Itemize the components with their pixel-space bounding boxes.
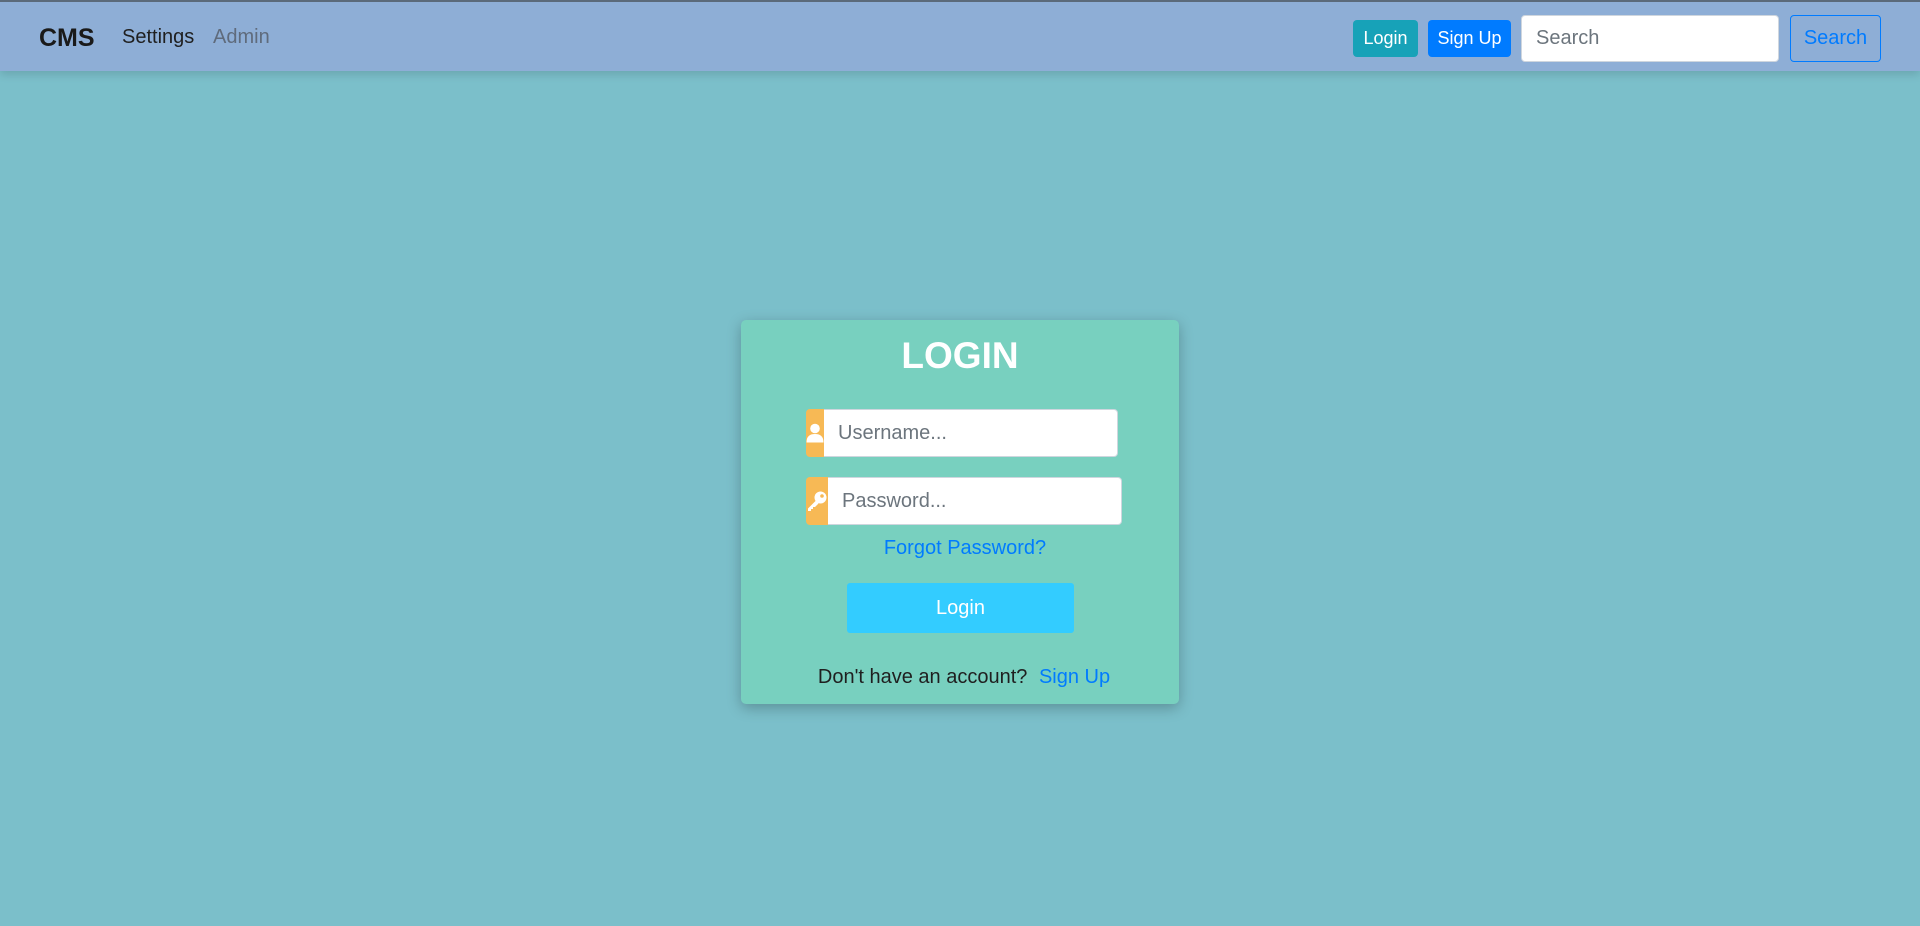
key-icon	[806, 477, 828, 525]
password-input[interactable]	[828, 477, 1122, 525]
navbar: CMS Settings Admin Login Sign Up Search	[0, 0, 1920, 71]
login-submit-button[interactable]: Login	[847, 583, 1074, 633]
signup-prompt: Don't have an account? Sign Up	[741, 666, 1179, 689]
login-card: LOGIN Forgot Password? Login Don't have …	[741, 320, 1179, 704]
password-group	[806, 477, 1122, 525]
nav-link-admin[interactable]: Admin	[213, 26, 270, 49]
brand-logo[interactable]: CMS	[39, 24, 95, 53]
login-title: LOGIN	[901, 335, 1019, 376]
signup-link[interactable]: Sign Up	[1039, 666, 1110, 688]
username-input[interactable]	[824, 409, 1118, 457]
nav-link-settings[interactable]: Settings	[122, 26, 194, 49]
user-icon	[806, 409, 824, 457]
no-account-text: Don't have an account?	[817, 666, 1028, 688]
search-input[interactable]	[1521, 15, 1779, 62]
navbar-signup-button[interactable]: Sign Up	[1428, 20, 1511, 57]
username-group	[806, 409, 1118, 457]
search-button[interactable]: Search	[1790, 15, 1881, 62]
forgot-password-link[interactable]: Forgot Password?	[741, 537, 1179, 560]
navbar-login-button[interactable]: Login	[1353, 20, 1418, 57]
